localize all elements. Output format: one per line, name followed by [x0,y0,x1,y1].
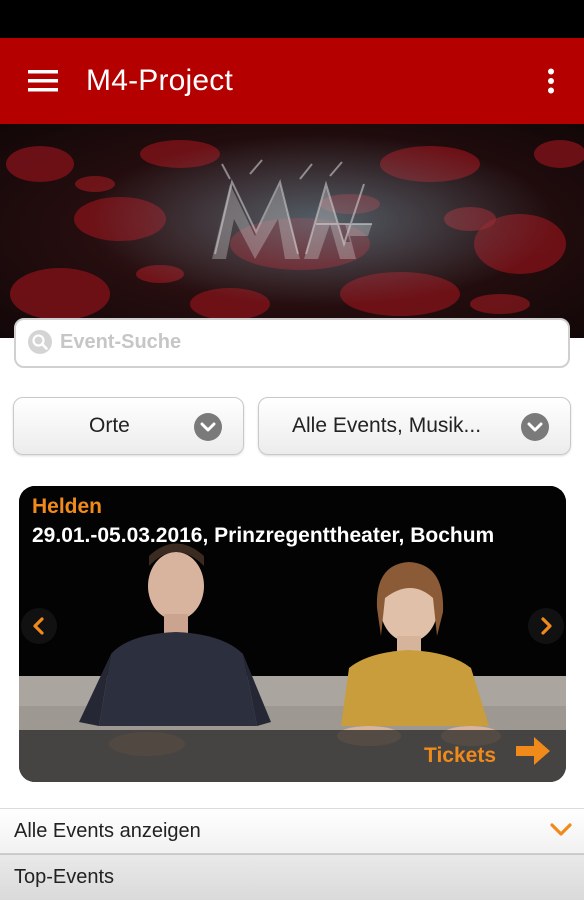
app-bar: M4-Project [0,38,584,124]
banner-artwork [0,124,584,338]
event-category-dropdown[interactable]: Alle Events, Musik... [258,397,571,455]
chevron-down-icon [521,413,549,441]
status-bar [0,0,584,38]
more-vert-icon[interactable] [536,38,566,124]
arrow-right-icon[interactable] [514,735,552,772]
places-dropdown-label: Orte [89,414,130,437]
search-icon [28,330,52,354]
event-title: Helden [32,495,103,518]
event-category-dropdown-label: Alle Events, Musik... [292,414,482,437]
tickets-link[interactable]: Tickets [424,744,496,768]
all-events-row[interactable]: Alle Events anzeigen [0,808,584,854]
chevron-right-icon [541,617,552,635]
all-events-label: Alle Events anzeigen [14,819,201,842]
places-dropdown[interactable]: Orte [13,397,244,455]
chevron-down-icon [194,413,222,441]
carousel-prev-button[interactable] [21,608,57,644]
top-events-header: Top-Events [0,854,584,900]
search-input[interactable] [60,331,460,354]
carousel-next-button[interactable] [528,608,564,644]
event-date-venue: 29.01.-05.03.2016, Prinzregenttheater, B… [32,524,495,547]
top-events-label: Top-Events [14,866,115,888]
chevron-left-icon [33,617,44,635]
header-banner [0,124,584,338]
search-field[interactable] [14,318,570,368]
app-title: M4-Project [86,64,234,97]
hamburger-menu-icon[interactable] [0,38,86,124]
chevron-down-icon [550,820,572,843]
featured-event-card[interactable]: Helden 29.01.-05.03.2016, Prinzregentthe… [19,486,566,782]
